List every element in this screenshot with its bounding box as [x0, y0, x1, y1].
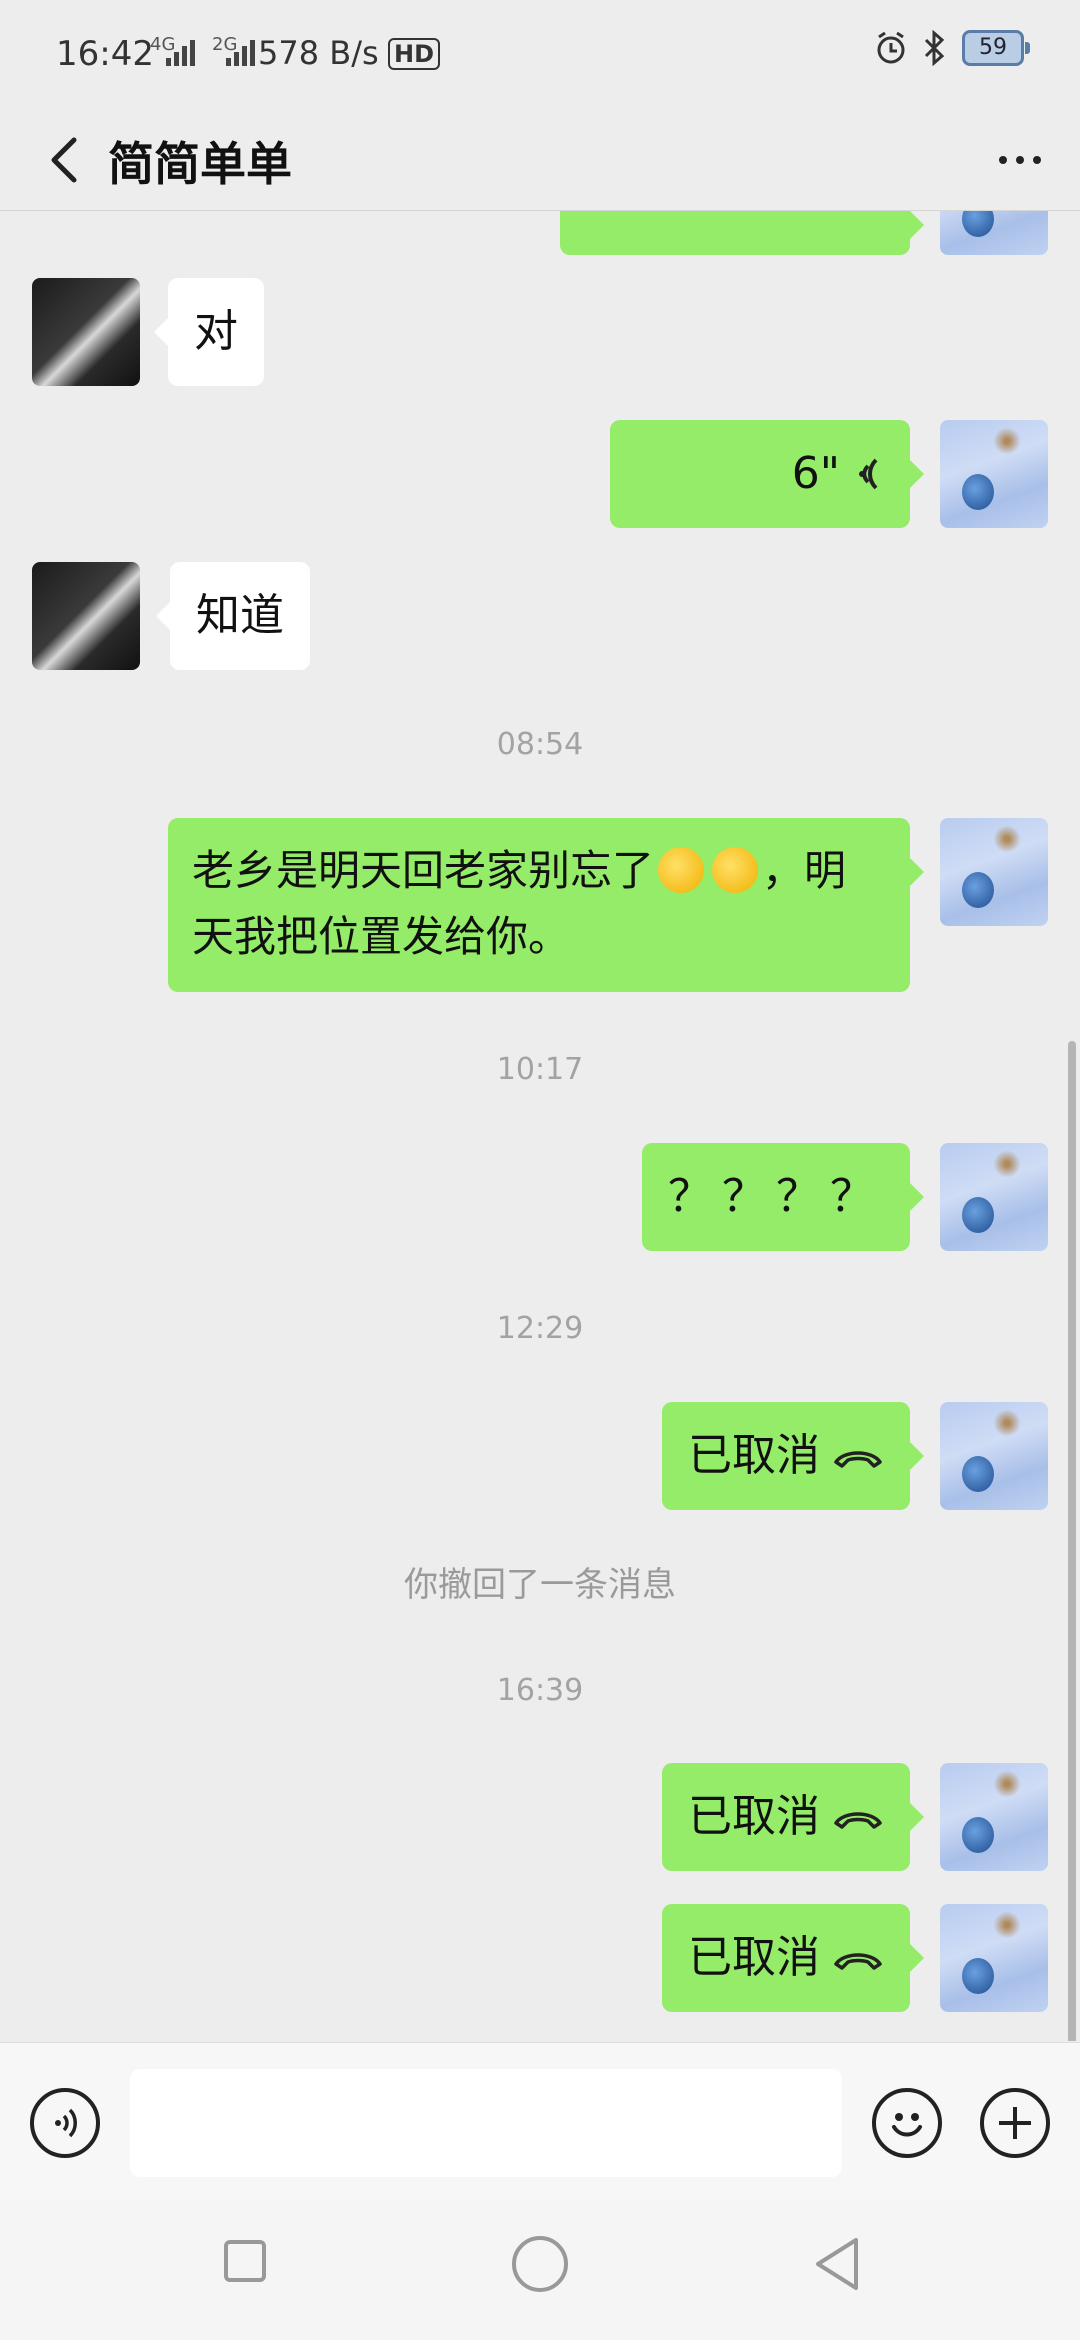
phone-hangup-icon	[834, 1451, 882, 1468]
message-bubble[interactable]: 对	[154, 278, 264, 386]
message-bubble[interactable]: ？？？？	[642, 1143, 924, 1251]
emoji-button[interactable]	[872, 2088, 942, 2158]
voice-wave-icon	[859, 458, 878, 490]
my-avatar[interactable]	[940, 420, 1048, 528]
message-bubble-partial[interactable]	[560, 211, 924, 255]
message-timestamp: 12:29	[496, 1311, 584, 1346]
system-nav-bar	[0, 2200, 1080, 2340]
more-dot-icon	[1033, 156, 1041, 164]
chat-title: 简简单单	[108, 137, 292, 191]
message-timestamp: 08:54	[496, 727, 584, 762]
call-cancelled-bubble[interactable]: 已取消	[662, 1904, 924, 2012]
recall-notice: 你撤回了一条消息	[404, 1565, 676, 1605]
my-avatar[interactable]	[940, 1402, 1048, 1510]
status-time: 16:42	[56, 34, 154, 74]
more-functions-button[interactable]	[980, 2088, 1050, 2158]
plus-icon	[999, 2107, 1031, 2139]
recent-apps-button[interactable]	[224, 2240, 266, 2282]
voice-message-bubble[interactable]: 6"	[610, 420, 924, 528]
nav-back-button[interactable]	[808, 2234, 868, 2294]
message-bubble[interactable]: 知道	[156, 562, 310, 670]
my-avatar[interactable]	[940, 1904, 1048, 2012]
contact-avatar[interactable]	[32, 278, 140, 386]
phone-hangup-icon	[834, 1812, 882, 1829]
status-bar: 16:42 4G 2G 578 B/s HD 59	[0, 0, 1080, 110]
message-timestamp: 10:17	[496, 1052, 584, 1087]
network-speed: 578 B/s	[258, 34, 379, 72]
message-text: 老乡是明天回老家别忘了	[192, 846, 655, 895]
signal-4g-icon	[166, 40, 195, 66]
call-status-text: 已取消	[688, 1430, 820, 1481]
voice-duration: 6"	[791, 448, 840, 499]
call-status-text: 已取消	[688, 1932, 820, 1983]
my-avatar[interactable]	[940, 1143, 1048, 1251]
battery-icon: 59	[962, 30, 1030, 66]
call-cancelled-bubble[interactable]: 已取消	[662, 1402, 924, 1510]
my-avatar[interactable]	[940, 211, 1048, 255]
message-timestamp: 16:39	[496, 1673, 584, 1708]
call-status-text: 已取消	[688, 1791, 820, 1842]
thinking-emoji-icon	[712, 847, 759, 893]
chevron-left-icon	[51, 137, 77, 183]
my-avatar[interactable]	[940, 1763, 1048, 1871]
message-input[interactable]	[130, 2069, 842, 2177]
smiley-icon	[892, 2113, 922, 2137]
scrollbar[interactable]	[1068, 1041, 1076, 2041]
more-options-button[interactable]	[980, 130, 1060, 190]
my-avatar[interactable]	[940, 818, 1048, 926]
voice-input-button[interactable]	[30, 2088, 100, 2158]
alarm-icon	[877, 31, 905, 64]
contact-avatar[interactable]	[32, 562, 140, 670]
message-bubble[interactable]: 老乡是明天回老家别忘了 ，明天我把位置发给你。	[168, 818, 924, 992]
call-cancelled-bubble[interactable]: 已取消	[662, 1763, 924, 1871]
back-button[interactable]	[30, 122, 100, 192]
message-list[interactable]: 对 6" 知道 08:54 老乡是明天回老家别忘了 ，明天我把位置发给你。 10:…	[0, 211, 1080, 2041]
thinking-emoji-icon	[658, 847, 705, 893]
signal-2g-icon	[226, 40, 255, 66]
home-button[interactable]	[512, 2236, 568, 2292]
chat-header: 简简单单	[0, 110, 1080, 211]
bluetooth-icon	[924, 30, 945, 66]
voice-icon	[55, 2108, 77, 2138]
more-dot-icon	[999, 156, 1007, 164]
more-dot-icon	[1016, 156, 1024, 164]
phone-hangup-icon	[834, 1953, 882, 1970]
hd-voice-icon: HD	[388, 38, 441, 70]
